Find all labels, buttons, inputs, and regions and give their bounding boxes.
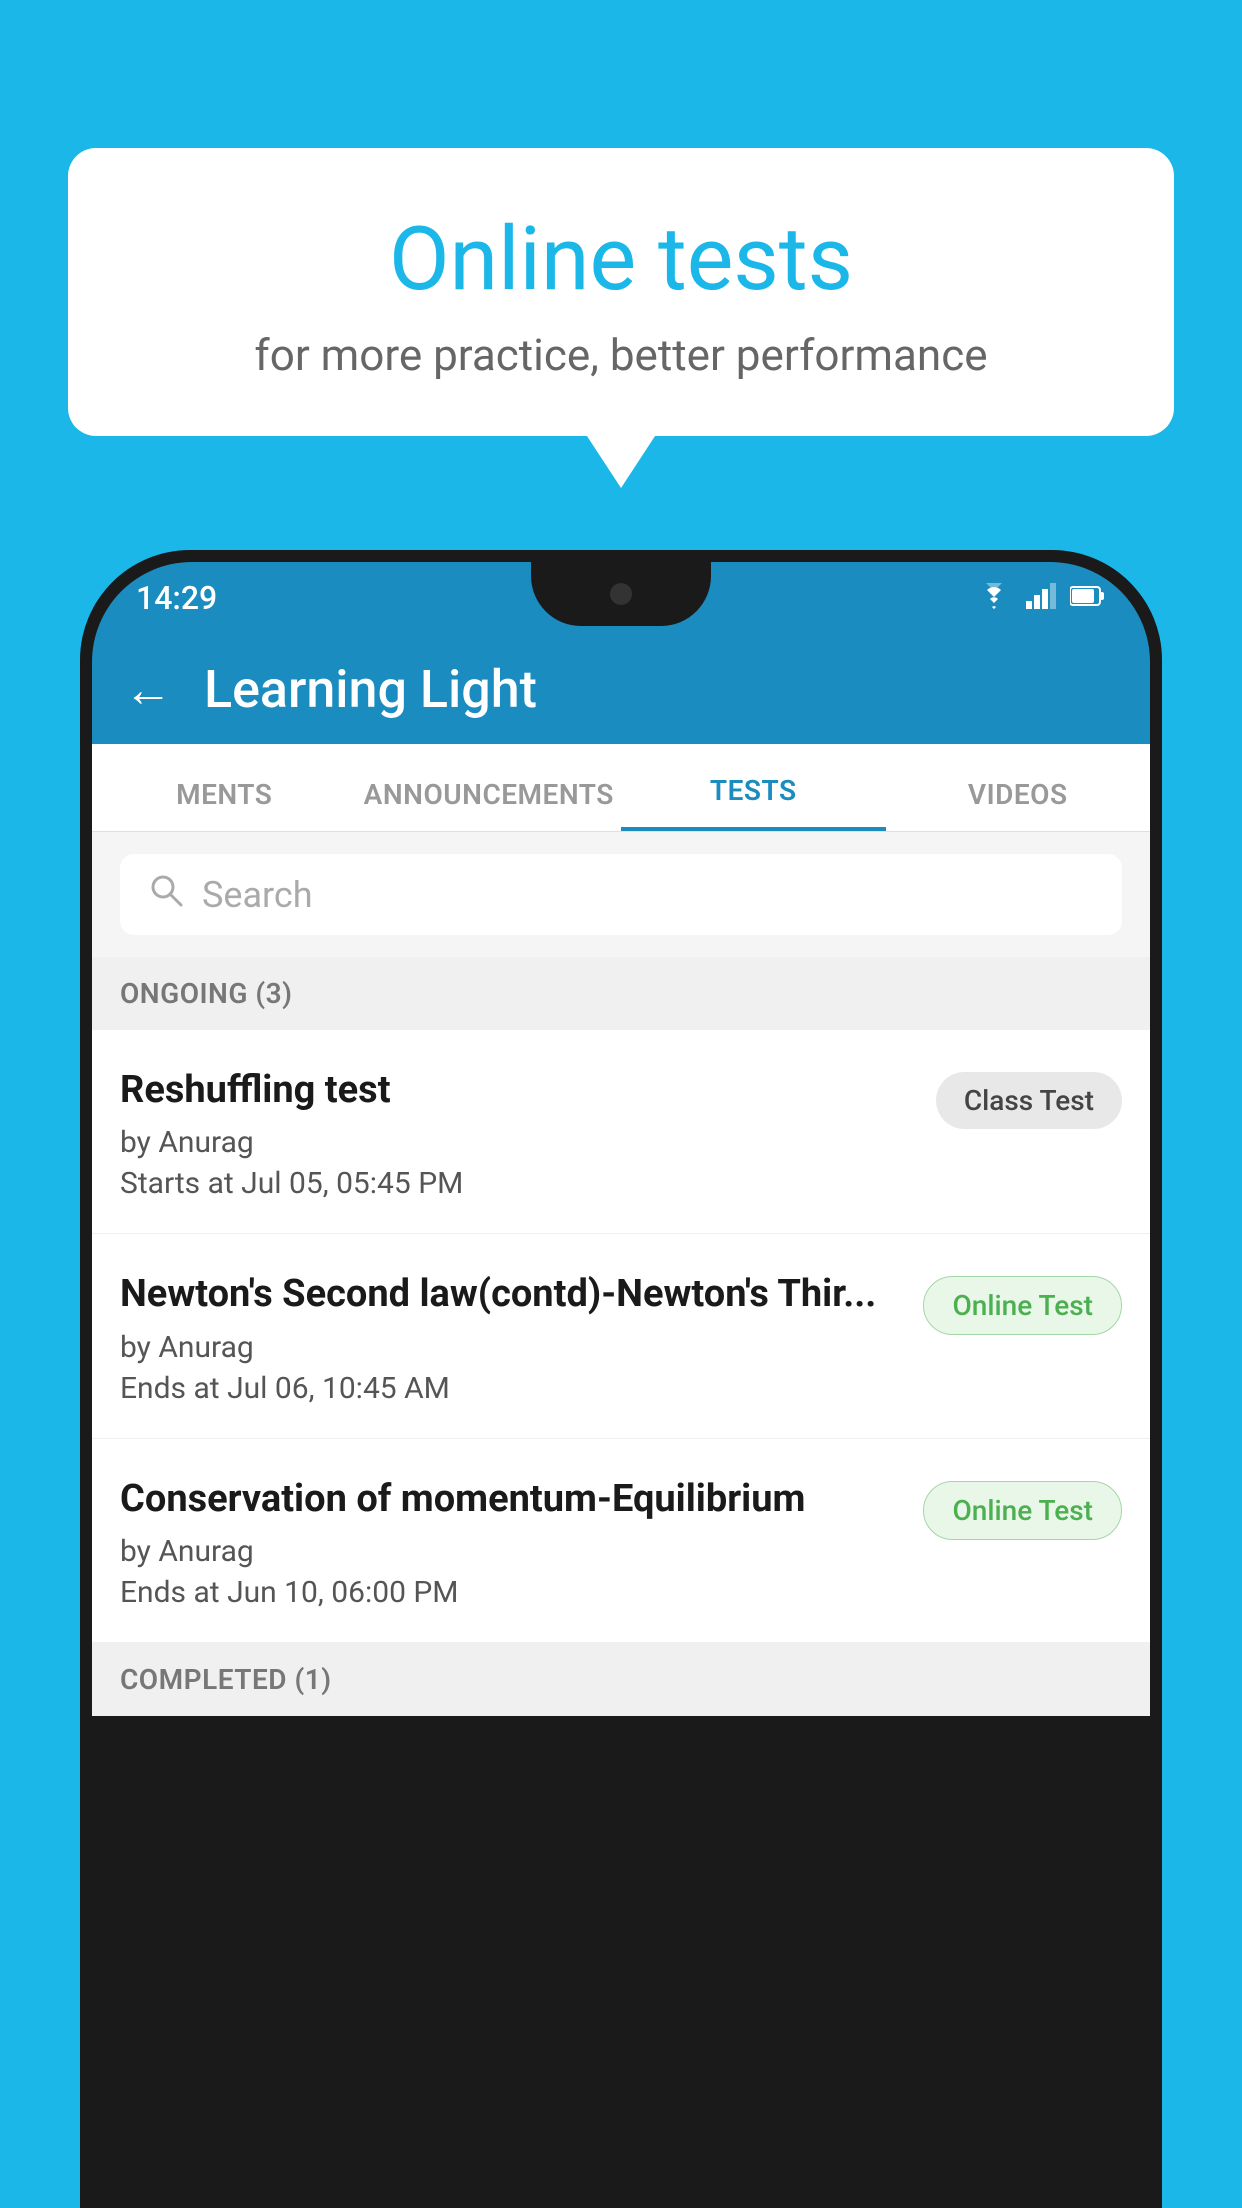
- time-value: Jul 06, 10:45 AM: [227, 1371, 450, 1406]
- search-bar[interactable]: Search: [120, 854, 1122, 935]
- time-label: Starts at: [120, 1166, 234, 1201]
- test-badge-online: Online Test: [923, 1276, 1122, 1335]
- test-item[interactable]: Reshuffling test by Anurag Starts at Jul…: [92, 1030, 1150, 1234]
- test-list: Reshuffling test by Anurag Starts at Jul…: [92, 1030, 1150, 1643]
- signal-icon: [1026, 583, 1056, 613]
- search-icon: [148, 872, 184, 917]
- app-title: Learning Light: [204, 659, 537, 720]
- phone-inner: 14:29: [92, 562, 1150, 2196]
- test-name: Conservation of momentum-Equilibrium: [120, 1475, 903, 1524]
- test-info: Newton's Second law(contd)-Newton's Thir…: [120, 1270, 923, 1405]
- status-bar: 14:29: [92, 562, 1150, 634]
- test-info: Reshuffling test by Anurag Starts at Jul…: [120, 1066, 936, 1201]
- status-icons: [976, 583, 1106, 613]
- time-label: Ends at: [120, 1371, 220, 1406]
- test-info: Conservation of momentum-Equilibrium by …: [120, 1475, 923, 1610]
- tab-bar: MENTS ANNOUNCEMENTS TESTS VIDEOS: [92, 744, 1150, 832]
- completed-section-header: COMPLETED (1): [92, 1643, 1150, 1716]
- test-author: by Anurag: [120, 1125, 916, 1160]
- bubble-title: Online tests: [108, 208, 1134, 311]
- notch: [531, 562, 711, 626]
- time-label: Ends at: [120, 1575, 220, 1610]
- app-header: ← Learning Light: [92, 634, 1150, 744]
- camera: [610, 583, 632, 605]
- ongoing-section-header: ONGOING (3): [92, 957, 1150, 1030]
- tab-videos[interactable]: VIDEOS: [886, 778, 1151, 831]
- time-value: Jun 10, 06:00 PM: [227, 1575, 458, 1610]
- phone-frame: 14:29: [80, 550, 1162, 2208]
- test-author: by Anurag: [120, 1330, 903, 1365]
- status-time: 14:29: [136, 579, 217, 617]
- battery-icon: [1070, 585, 1106, 611]
- test-name: Newton's Second law(contd)-Newton's Thir…: [120, 1270, 903, 1319]
- wifi-icon: [976, 583, 1012, 613]
- test-author: by Anurag: [120, 1534, 903, 1569]
- test-time: Starts at Jul 05, 05:45 PM: [120, 1166, 916, 1201]
- tab-ments[interactable]: MENTS: [92, 778, 357, 831]
- test-item[interactable]: Conservation of momentum-Equilibrium by …: [92, 1439, 1150, 1643]
- test-badge-online: Online Test: [923, 1481, 1122, 1540]
- test-item[interactable]: Newton's Second law(contd)-Newton's Thir…: [92, 1234, 1150, 1438]
- test-time: Ends at Jul 06, 10:45 AM: [120, 1371, 903, 1406]
- test-badge-class: Class Test: [936, 1072, 1122, 1129]
- promo-bubble: Online tests for more practice, better p…: [68, 148, 1174, 436]
- tab-announcements[interactable]: ANNOUNCEMENTS: [357, 778, 622, 831]
- bubble-subtitle: for more practice, better performance: [108, 329, 1134, 381]
- test-time: Ends at Jun 10, 06:00 PM: [120, 1575, 903, 1610]
- search-placeholder: Search: [202, 874, 313, 916]
- back-button[interactable]: ←: [124, 661, 172, 718]
- search-container: Search: [92, 832, 1150, 957]
- time-value: Jul 05, 05:45 PM: [241, 1166, 463, 1201]
- test-name: Reshuffling test: [120, 1066, 916, 1115]
- tab-tests[interactable]: TESTS: [621, 774, 886, 831]
